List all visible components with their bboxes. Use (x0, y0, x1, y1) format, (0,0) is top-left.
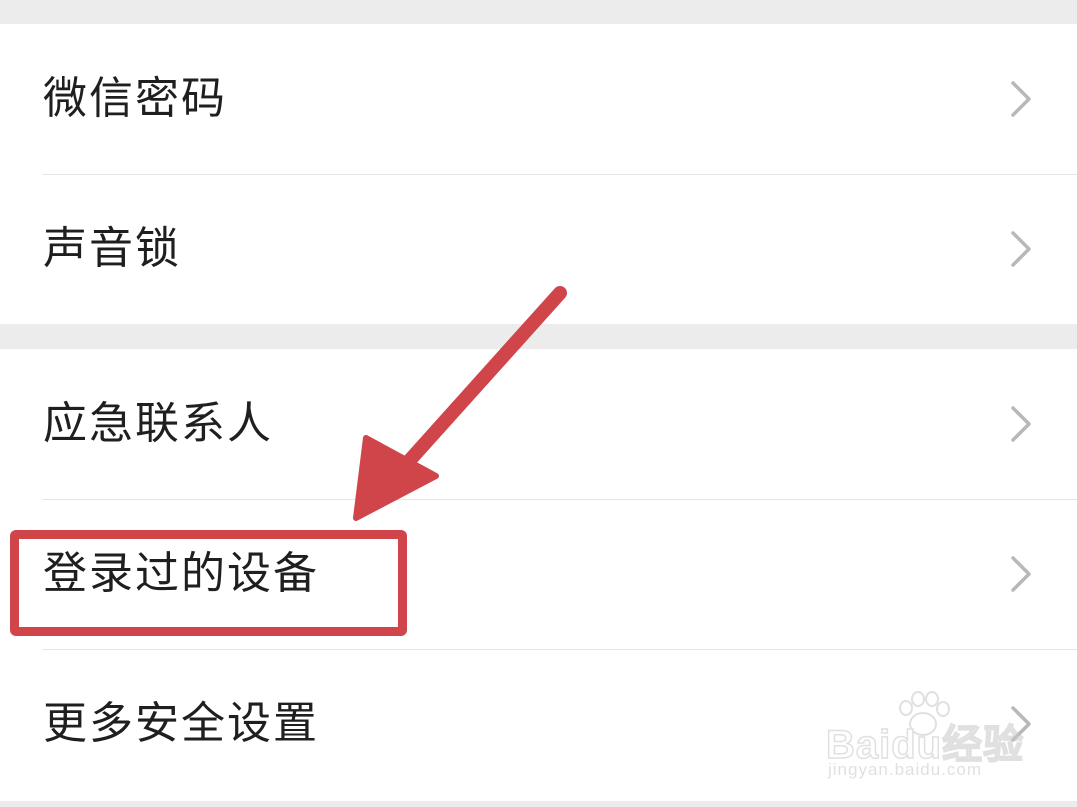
chevron-right-icon (1011, 81, 1031, 117)
chevron-right-icon (1011, 556, 1031, 592)
row-voice-lock[interactable]: 声音锁 (0, 174, 1077, 324)
row-label: 微信密码 (43, 73, 227, 124)
row-label: 声音锁 (43, 223, 181, 274)
settings-group-passwords: 微信密码 声音锁 (0, 24, 1077, 324)
chevron-right-icon (1011, 706, 1031, 742)
chevron-right-icon (1011, 231, 1031, 267)
settings-group-security: 应急联系人 登录过的设备 更多安全设置 (0, 349, 1077, 801)
chevron-right-icon (1011, 406, 1031, 442)
security-settings-screen: 微信密码 声音锁 应急联系人 登录过的设备 更多安全设置 Baidu经验 jin… (0, 0, 1077, 807)
row-wechat-password[interactable]: 微信密码 (0, 24, 1077, 174)
row-label: 登录过的设备 (43, 548, 319, 599)
row-label: 应急联系人 (43, 398, 273, 449)
row-logged-in-devices[interactable]: 登录过的设备 (0, 499, 1077, 649)
row-emergency-contacts[interactable]: 应急联系人 (0, 349, 1077, 499)
row-more-security-settings[interactable]: 更多安全设置 (0, 649, 1077, 799)
row-label: 更多安全设置 (43, 698, 319, 749)
